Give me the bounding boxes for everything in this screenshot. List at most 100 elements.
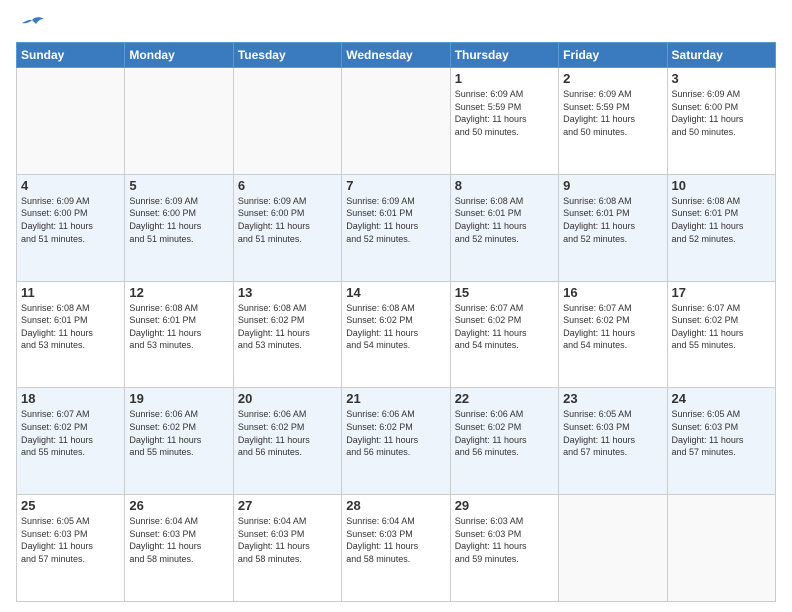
column-header-wednesday: Wednesday — [342, 43, 450, 68]
calendar-cell: 8 Sunrise: 6:08 AM Sunset: 6:01 PM Daylig… — [450, 174, 558, 281]
calendar-cell: 3 Sunrise: 6:09 AM Sunset: 6:00 PM Daylig… — [667, 68, 775, 175]
calendar-cell: 26 Sunrise: 6:04 AM Sunset: 6:03 PM Dayli… — [125, 495, 233, 602]
calendar-cell: 25 Sunrise: 6:05 AM Sunset: 6:03 PM Dayli… — [17, 495, 125, 602]
day-number: 5 — [129, 178, 228, 193]
calendar-week-5: 25 Sunrise: 6:05 AM Sunset: 6:03 PM Dayli… — [17, 495, 776, 602]
day-info: Sunrise: 6:08 AM Sunset: 6:01 PM Dayligh… — [455, 195, 554, 245]
calendar-cell: 16 Sunrise: 6:07 AM Sunset: 6:02 PM Dayli… — [559, 281, 667, 388]
day-number: 21 — [346, 391, 445, 406]
calendar-cell: 11Sunrise: 6:08 AM Sunset: 6:01 PM Dayli… — [17, 281, 125, 388]
calendar-cell: 5 Sunrise: 6:09 AM Sunset: 6:00 PM Daylig… — [125, 174, 233, 281]
calendar-cell: 22 Sunrise: 6:06 AM Sunset: 6:02 PM Dayli… — [450, 388, 558, 495]
calendar-week-2: 4 Sunrise: 6:09 AM Sunset: 6:00 PM Daylig… — [17, 174, 776, 281]
column-header-monday: Monday — [125, 43, 233, 68]
day-number: 19 — [129, 391, 228, 406]
day-number: 4 — [21, 178, 120, 193]
calendar-cell: 14 Sunrise: 6:08 AM Sunset: 6:02 PM Dayli… — [342, 281, 450, 388]
calendar-cell — [342, 68, 450, 175]
calendar-cell: 28 Sunrise: 6:04 AM Sunset: 6:03 PM Dayli… — [342, 495, 450, 602]
logo-bird-icon — [18, 16, 46, 38]
day-info: Sunrise: 6:09 AM Sunset: 6:00 PM Dayligh… — [238, 195, 337, 245]
day-number: 25 — [21, 498, 120, 513]
day-info: Sunrise: 6:05 AM Sunset: 6:03 PM Dayligh… — [21, 515, 120, 565]
calendar-cell — [17, 68, 125, 175]
day-number: 28 — [346, 498, 445, 513]
day-number: 15 — [455, 285, 554, 300]
day-info: Sunrise: 6:05 AM Sunset: 6:03 PM Dayligh… — [672, 408, 771, 458]
day-info: Sunrise: 6:08 AM Sunset: 6:01 PM Dayligh… — [21, 302, 120, 352]
day-info: Sunrise: 6:08 AM Sunset: 6:01 PM Dayligh… — [672, 195, 771, 245]
day-info: Sunrise: 6:04 AM Sunset: 6:03 PM Dayligh… — [346, 515, 445, 565]
day-number: 20 — [238, 391, 337, 406]
day-info: Sunrise: 6:07 AM Sunset: 6:02 PM Dayligh… — [672, 302, 771, 352]
calendar-week-4: 18 Sunrise: 6:07 AM Sunset: 6:02 PM Dayli… — [17, 388, 776, 495]
column-header-thursday: Thursday — [450, 43, 558, 68]
day-number: 24 — [672, 391, 771, 406]
calendar-cell: 21 Sunrise: 6:06 AM Sunset: 6:02 PM Dayli… — [342, 388, 450, 495]
day-info: Sunrise: 6:07 AM Sunset: 6:02 PM Dayligh… — [21, 408, 120, 458]
day-number: 9 — [563, 178, 662, 193]
calendar-header-row: SundayMondayTuesdayWednesdayThursdayFrid… — [17, 43, 776, 68]
column-header-tuesday: Tuesday — [233, 43, 341, 68]
day-number: 12 — [129, 285, 228, 300]
day-info: Sunrise: 6:09 AM Sunset: 5:59 PM Dayligh… — [563, 88, 662, 138]
day-info: Sunrise: 6:09 AM Sunset: 6:01 PM Dayligh… — [346, 195, 445, 245]
day-number: 7 — [346, 178, 445, 193]
day-info: Sunrise: 6:04 AM Sunset: 6:03 PM Dayligh… — [129, 515, 228, 565]
day-number: 23 — [563, 391, 662, 406]
column-header-sunday: Sunday — [17, 43, 125, 68]
day-info: Sunrise: 6:06 AM Sunset: 6:02 PM Dayligh… — [455, 408, 554, 458]
calendar-cell: 6 Sunrise: 6:09 AM Sunset: 6:00 PM Daylig… — [233, 174, 341, 281]
day-info: Sunrise: 6:07 AM Sunset: 6:02 PM Dayligh… — [455, 302, 554, 352]
day-number: 18 — [21, 391, 120, 406]
day-number: 10 — [672, 178, 771, 193]
day-info: Sunrise: 6:06 AM Sunset: 6:02 PM Dayligh… — [346, 408, 445, 458]
calendar-cell: 13Sunrise: 6:08 AM Sunset: 6:02 PM Dayli… — [233, 281, 341, 388]
calendar-cell — [667, 495, 775, 602]
calendar-cell: 12 Sunrise: 6:08 AM Sunset: 6:01 PM Dayli… — [125, 281, 233, 388]
day-info: Sunrise: 6:09 AM Sunset: 6:00 PM Dayligh… — [129, 195, 228, 245]
day-number: 27 — [238, 498, 337, 513]
calendar-cell: 15 Sunrise: 6:07 AM Sunset: 6:02 PM Dayli… — [450, 281, 558, 388]
day-info: Sunrise: 6:08 AM Sunset: 6:01 PM Dayligh… — [563, 195, 662, 245]
day-number: 2 — [563, 71, 662, 86]
calendar-cell — [233, 68, 341, 175]
day-number: 22 — [455, 391, 554, 406]
day-number: 1 — [455, 71, 554, 86]
calendar-cell: 2 Sunrise: 6:09 AM Sunset: 5:59 PM Daylig… — [559, 68, 667, 175]
day-info: Sunrise: 6:07 AM Sunset: 6:02 PM Dayligh… — [563, 302, 662, 352]
day-number: 14 — [346, 285, 445, 300]
day-number: 16 — [563, 285, 662, 300]
day-info: Sunrise: 6:08 AM Sunset: 6:02 PM Dayligh… — [346, 302, 445, 352]
calendar-table: SundayMondayTuesdayWednesdayThursdayFrid… — [16, 42, 776, 602]
day-info: Sunrise: 6:09 AM Sunset: 6:00 PM Dayligh… — [672, 88, 771, 138]
calendar-cell: 9 Sunrise: 6:08 AM Sunset: 6:01 PM Daylig… — [559, 174, 667, 281]
calendar-cell: 23 Sunrise: 6:05 AM Sunset: 6:03 PM Dayli… — [559, 388, 667, 495]
header — [16, 16, 776, 34]
day-info: Sunrise: 6:08 AM Sunset: 6:01 PM Dayligh… — [129, 302, 228, 352]
day-number: 8 — [455, 178, 554, 193]
calendar-cell — [559, 495, 667, 602]
day-number: 26 — [129, 498, 228, 513]
day-info: Sunrise: 6:03 AM Sunset: 6:03 PM Dayligh… — [455, 515, 554, 565]
day-info: Sunrise: 6:04 AM Sunset: 6:03 PM Dayligh… — [238, 515, 337, 565]
day-info: Sunrise: 6:06 AM Sunset: 6:02 PM Dayligh… — [129, 408, 228, 458]
day-number: 29 — [455, 498, 554, 513]
calendar-cell: 7 Sunrise: 6:09 AM Sunset: 6:01 PM Daylig… — [342, 174, 450, 281]
day-number: 6 — [238, 178, 337, 193]
calendar-cell: 29 Sunrise: 6:03 AM Sunset: 6:03 PM Dayli… — [450, 495, 558, 602]
calendar-cell: 4Sunrise: 6:09 AM Sunset: 6:00 PM Daylig… — [17, 174, 125, 281]
calendar-week-1: 1 Sunrise: 6:09 AM Sunset: 5:59 PM Daylig… — [17, 68, 776, 175]
day-number: 3 — [672, 71, 771, 86]
calendar-cell: 10 Sunrise: 6:08 AM Sunset: 6:01 PM Dayli… — [667, 174, 775, 281]
day-info: Sunrise: 6:05 AM Sunset: 6:03 PM Dayligh… — [563, 408, 662, 458]
calendar-cell: 18 Sunrise: 6:07 AM Sunset: 6:02 PM Dayli… — [17, 388, 125, 495]
calendar-cell: 20Sunrise: 6:06 AM Sunset: 6:02 PM Dayli… — [233, 388, 341, 495]
day-info: Sunrise: 6:08 AM Sunset: 6:02 PM Dayligh… — [238, 302, 337, 352]
calendar-cell — [125, 68, 233, 175]
calendar-cell: 27 Sunrise: 6:04 AM Sunset: 6:03 PM Dayli… — [233, 495, 341, 602]
logo — [16, 16, 46, 34]
page: SundayMondayTuesdayWednesdayThursdayFrid… — [0, 0, 792, 612]
calendar-cell: 24 Sunrise: 6:05 AM Sunset: 6:03 PM Dayli… — [667, 388, 775, 495]
calendar-week-3: 11Sunrise: 6:08 AM Sunset: 6:01 PM Dayli… — [17, 281, 776, 388]
